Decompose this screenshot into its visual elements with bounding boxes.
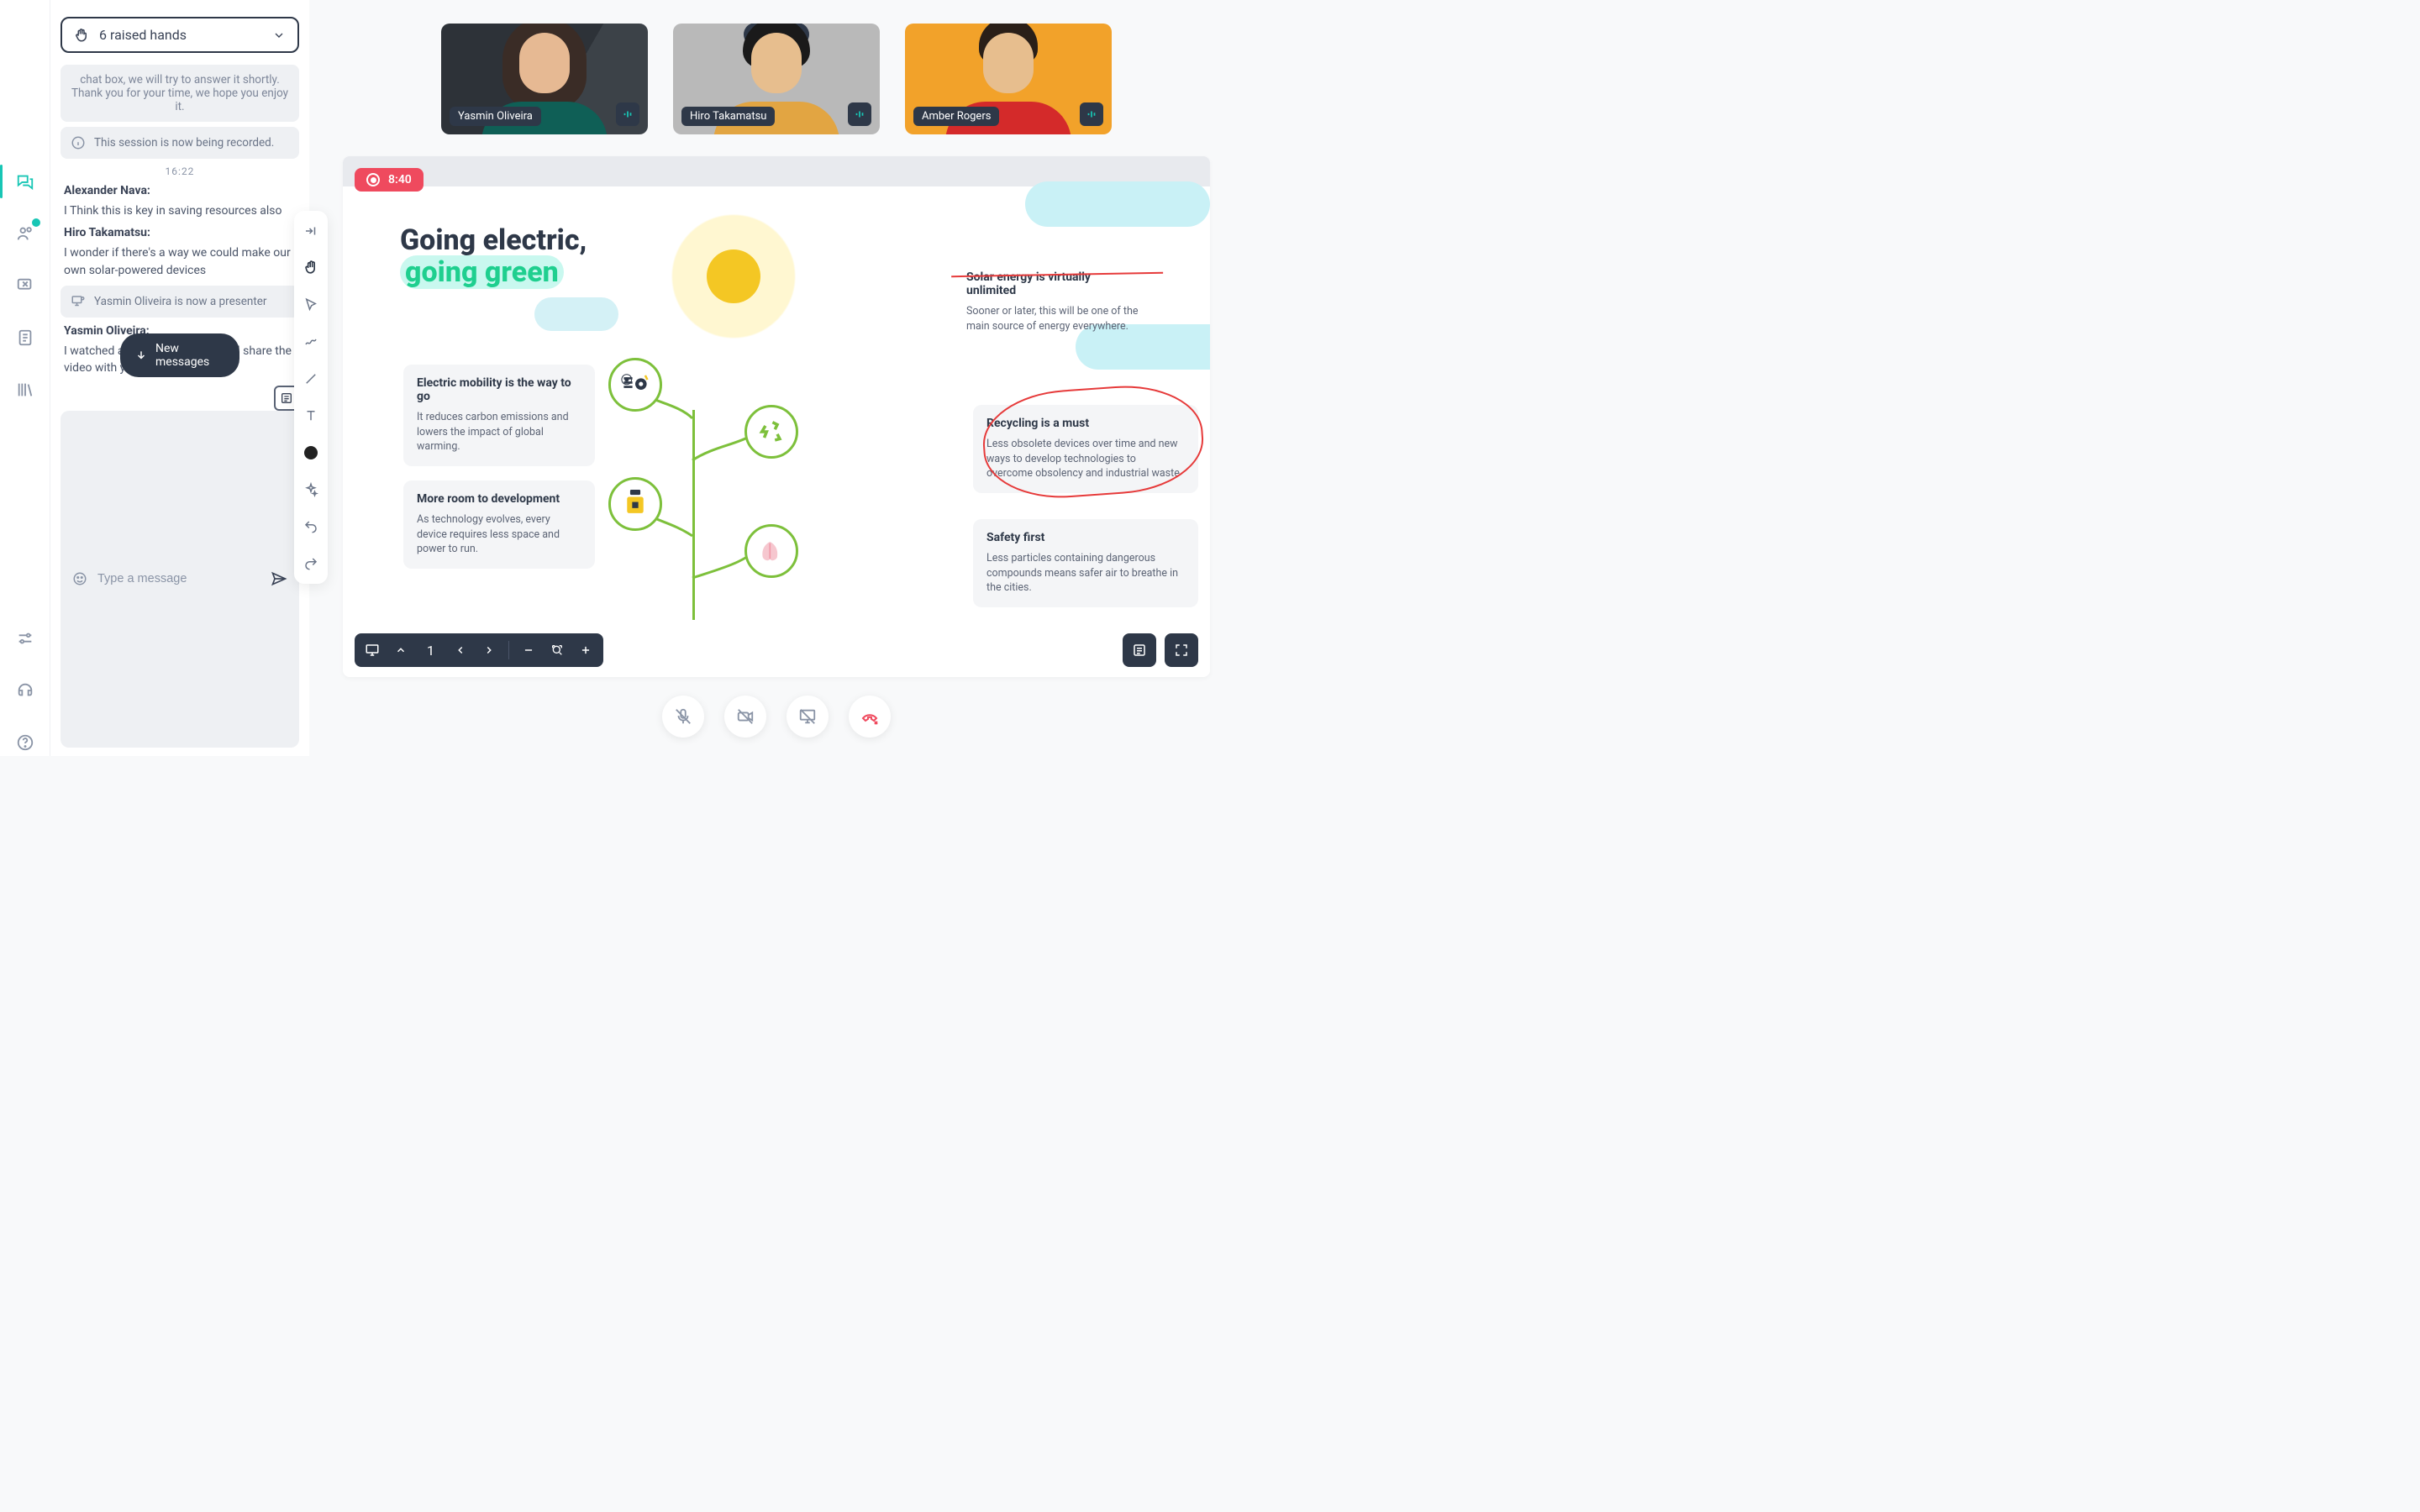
video-tile[interactable]: Hiro Takamatsu [673,24,880,134]
record-icon [366,173,380,186]
page-current: 1 [420,643,441,659]
new-messages-label: New messages [155,342,224,369]
tool-text-icon[interactable] [301,406,321,426]
mic-toggle-button[interactable] [662,696,704,738]
raised-hands-label: 6 raised hands [99,27,187,43]
slide-title-line1: Going electric, [400,223,587,257]
notification-dot [32,218,40,227]
audio-indicator-icon [1080,102,1103,126]
slide-controls: 1 [355,633,603,667]
fullscreen-button[interactable] [1165,633,1198,667]
tool-redo-icon[interactable] [301,554,321,574]
card-body: As technology evolves, every device requ… [417,512,581,557]
participant-name: Yasmin Oliveira [450,107,541,126]
card-title: Electric mobility is the way to go [417,376,581,403]
card-body: It reduces carbon emissions and lowers t… [417,410,581,454]
tool-pencil-icon[interactable] [301,332,321,352]
chevron-up-icon[interactable] [392,641,410,659]
presenter-text: Yasmin Oliveira is now a presenter [94,295,266,308]
hand-icon [74,28,89,43]
tool-color-icon[interactable] [301,443,321,463]
raised-hands-dropdown[interactable]: 6 raised hands [60,17,299,53]
svg-text:⦿: ⦿ [621,374,633,387]
chat-input[interactable] [97,572,260,585]
emoji-icon[interactable] [72,571,87,586]
prev-slide-button[interactable] [451,641,470,659]
zoom-out-button[interactable] [519,641,538,659]
chat-intro-text: chat box, we will try to answer it short… [71,73,289,113]
card-title: Safety first [986,531,1185,544]
audio-indicator-icon [616,102,639,126]
nav-people-icon[interactable] [12,220,39,247]
chat-author: Alexander Nava: [64,184,296,197]
chat-message: Hiro Takamatsu: I wonder if there's a wa… [64,226,296,279]
tool-undo-icon[interactable] [301,517,321,537]
chevron-down-icon [272,29,286,42]
next-slide-button[interactable] [480,641,498,659]
decorative-shape [1025,181,1210,227]
nav-notes-icon[interactable] [12,324,39,351]
chat-intro-snippet: chat box, we will try to answer it short… [60,65,299,122]
chat-body: I Think this is key in saving resources … [64,202,296,219]
send-icon[interactable] [271,570,287,587]
recording-time: 8:40 [388,173,412,186]
card-body: Sooner or later, this will be one of the… [966,304,1139,333]
tool-hand-icon[interactable] [301,258,321,278]
decorative-shape [534,297,618,331]
tool-pointer-icon[interactable] [301,295,321,315]
participant-name: Hiro Takamatsu [681,107,775,126]
annotation-toolbar [294,211,328,584]
chat-composer[interactable] [60,411,299,748]
slide-card: More room to development As technology e… [403,480,595,569]
presenter-icon [71,294,86,309]
sun-illustration [671,213,797,339]
participant-name: Amber Rogers [913,107,999,126]
presenter-banner: Yasmin Oliveira is now a presenter [60,286,299,318]
notes-button[interactable] [1123,633,1156,667]
arrow-down-icon [135,349,147,361]
camera-toggle-button[interactable] [724,696,766,738]
nav-support-icon[interactable] [12,677,39,704]
screen-share-button[interactable] [786,696,829,738]
info-icon [71,135,86,150]
nav-library-icon[interactable] [12,376,39,403]
card-title: More room to development [417,492,581,506]
recording-text: This session is now being recorded. [94,136,274,150]
card-body: Less particles containing dangerous comp… [986,551,1185,596]
chat-body: I wonder if there's a way we could make … [64,244,296,279]
chat-message: Alexander Nava: I Think this is key in s… [64,184,296,219]
slide-card: Safety first Less particles containing d… [973,519,1198,607]
leave-call-button[interactable] [849,696,891,738]
tool-ai-icon[interactable] [301,480,321,500]
slide-card: Electric mobility is the way to go It re… [403,365,595,466]
presentation-slide[interactable]: 8:40 Going electric, going green [343,156,1210,677]
nav-settings-icon[interactable] [12,625,39,652]
nav-qa-icon[interactable] [12,272,39,299]
zoom-fit-button[interactable] [548,641,566,659]
zoom-in-button[interactable] [576,641,595,659]
audio-indicator-icon [848,102,871,126]
slide-title-line2: going green [400,255,564,289]
recording-badge: 8:40 [355,168,424,192]
chat-timestamp: 16:22 [60,165,299,177]
nav-chat-icon[interactable] [12,168,39,195]
tool-line-icon[interactable] [301,369,321,389]
recording-banner: This session is now being recorded. [60,127,299,159]
tool-collapse-icon[interactable] [301,221,321,241]
new-messages-button[interactable]: New messages [120,333,239,377]
present-mode-button[interactable] [363,641,381,659]
video-tile[interactable]: Amber Rogers [905,24,1112,134]
video-tile[interactable]: Yasmin Oliveira [441,24,648,134]
nav-help-icon[interactable] [12,729,39,756]
chat-author: Hiro Takamatsu: [64,226,296,239]
